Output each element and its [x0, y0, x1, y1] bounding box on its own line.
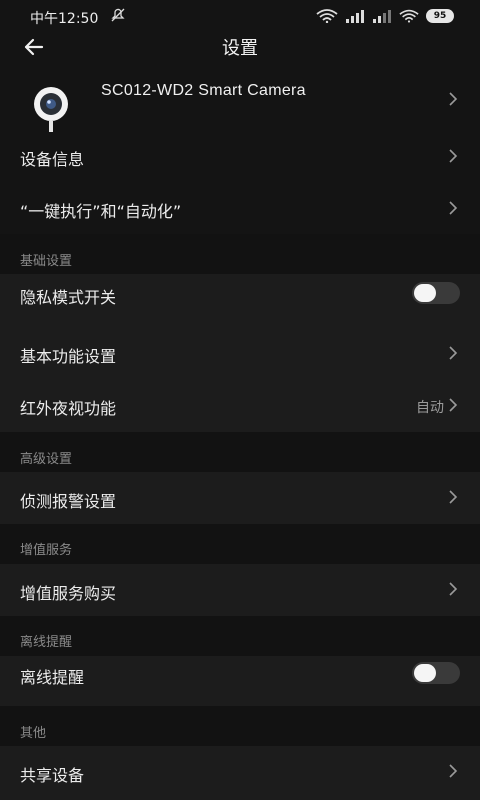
section-other-header: 其他 [0, 706, 480, 746]
wifi-icon [316, 9, 338, 23]
chevron-right-icon [449, 346, 458, 360]
service-purchase-label: 增值服务购买 [20, 584, 117, 603]
device-info-row[interactable]: 设备信息 [0, 132, 480, 182]
signal-icon-2 [373, 10, 391, 23]
section-advanced-title: 高级设置 [20, 452, 73, 467]
basic-features-row[interactable]: 基本功能设置 [0, 326, 480, 378]
privacy-mode-label: 隐私模式开关 [20, 288, 117, 307]
toggle-knob [414, 664, 436, 682]
night-vision-label: 红外夜视功能 [20, 399, 117, 418]
status-bar: 中午12:50 95 [0, 0, 480, 32]
night-vision-value: 自动 [416, 400, 444, 416]
page-title: 设置 [222, 38, 258, 59]
section-value-added-header: 增值服务 [0, 524, 480, 564]
chevron-right-icon [449, 490, 458, 504]
status-time: 中午12:50 [30, 11, 99, 27]
section-advanced-header: 高级设置 [0, 432, 480, 472]
section-offline-title: 离线提醒 [20, 635, 73, 650]
wifi-icon-2 [399, 9, 419, 23]
device-row[interactable]: SC012-WD2 Smart Camera [0, 70, 480, 136]
battery-icon: 95 [426, 9, 454, 23]
privacy-mode-toggle[interactable] [412, 282, 460, 304]
chevron-right-icon [449, 149, 458, 163]
offline-alert-row: 离线提醒 [0, 656, 480, 706]
chevron-right-icon [449, 92, 458, 106]
automation-row[interactable]: “一键执行”和“自动化” [0, 182, 480, 234]
chevron-right-icon [449, 201, 458, 215]
detection-alarm-row[interactable]: 侦测报警设置 [0, 472, 480, 524]
chevron-right-icon [449, 582, 458, 596]
share-device-row[interactable]: 共享设备 [0, 746, 480, 800]
automation-label: “一键执行”和“自动化” [20, 202, 182, 221]
section-offline-header: 离线提醒 [0, 616, 480, 656]
toggle-knob [414, 284, 436, 302]
service-purchase-row[interactable]: 增值服务购买 [0, 564, 480, 616]
privacy-mode-row: 隐私模式开关 [0, 274, 480, 326]
section-other-title: 其他 [20, 726, 47, 741]
header: 设置 [0, 32, 480, 62]
chevron-right-icon [449, 398, 458, 412]
device-info-label: 设备信息 [20, 150, 85, 169]
section-value-added-title: 增值服务 [20, 543, 73, 558]
basic-features-label: 基本功能设置 [20, 347, 117, 366]
offline-alert-label: 离线提醒 [20, 668, 85, 687]
mute-icon [111, 8, 125, 22]
share-device-label: 共享设备 [20, 766, 85, 785]
chevron-right-icon [449, 764, 458, 778]
device-name: SC012-WD2 Smart Camera [101, 82, 306, 99]
detection-alarm-label: 侦测报警设置 [20, 492, 117, 511]
night-vision-row[interactable]: 红外夜视功能 自动 [0, 378, 480, 432]
signal-icon [346, 10, 364, 23]
offline-alert-toggle[interactable] [412, 662, 460, 684]
section-basic-title: 基础设置 [20, 254, 73, 269]
section-basic-header: 基础设置 [0, 234, 480, 274]
